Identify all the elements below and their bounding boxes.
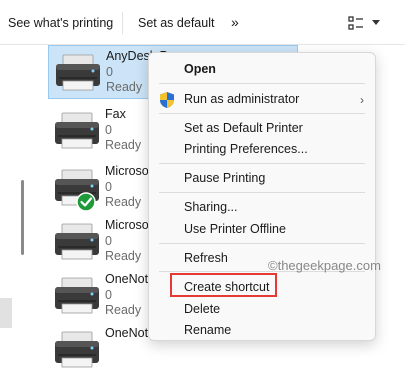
printer-name: OneNot (105, 272, 149, 286)
menu-item-refresh[interactable]: Refresh (184, 251, 228, 265)
printer-queue-count: 0 (105, 287, 112, 302)
printer-queue-count: 0 (105, 179, 112, 194)
chevron-right-icon: › (360, 93, 364, 107)
printer-name: Microso (105, 218, 149, 232)
view-options-icon[interactable] (348, 15, 364, 31)
printer-info: Microso 0 Ready (105, 218, 149, 265)
printer-status: Ready (105, 249, 142, 263)
printer-info: Fax 0 Ready (105, 107, 141, 154)
printer-name: OneNot (105, 326, 149, 340)
set-as-default-button[interactable]: Set as default (138, 16, 214, 30)
menu-separator (159, 163, 365, 164)
printer-info: OneNot 0 Ready (105, 272, 148, 319)
menu-item-use-printer-offline[interactable]: Use Printer Offline (184, 222, 286, 236)
menu-item-run-as-administrator[interactable]: Run as administrator (184, 92, 299, 106)
default-printer-check-icon (76, 192, 96, 212)
printer-queue-count: 0 (105, 122, 112, 137)
printer-icon (55, 169, 99, 212)
printer-name: Microso (105, 164, 149, 178)
toolbar-divider (122, 12, 123, 34)
menu-item-set-default-printer[interactable]: Set as Default Printer (184, 121, 303, 135)
printer-icon (55, 331, 99, 368)
menu-item-pause-printing[interactable]: Pause Printing (184, 171, 265, 185)
printer-queue-count: 0 (105, 233, 112, 248)
chevron-down-icon[interactable] (372, 20, 380, 25)
uac-shield-icon (160, 92, 174, 108)
printer-icon (56, 54, 100, 91)
fax-printer-icon (55, 112, 99, 149)
menu-separator (159, 83, 365, 84)
printer-status: Ready (105, 303, 142, 317)
printer-info: OneNot (105, 326, 148, 342)
navigation-scrollbar[interactable] (21, 180, 24, 255)
menu-item-sharing[interactable]: Sharing... (184, 200, 238, 214)
menu-item-rename[interactable]: Rename (184, 323, 231, 337)
navigation-pane (0, 45, 32, 341)
menu-item-open[interactable]: Open (184, 62, 216, 76)
menu-item-printing-preferences[interactable]: Printing Preferences... (184, 142, 308, 156)
see-whats-printing-button[interactable]: See what's printing (8, 16, 113, 30)
printer-name: Fax (105, 107, 126, 121)
annotation-highlight-box (170, 273, 277, 297)
watermark: ©thegeekpage.com (268, 258, 381, 273)
printer-icon (55, 277, 99, 314)
menu-separator (159, 192, 365, 193)
command-bar: See what's printing Set as default » (0, 0, 405, 45)
navigation-item-selected[interactable] (0, 298, 12, 328)
context-menu: Open Run as administrator › Set as Defau… (148, 52, 376, 341)
printer-icon (55, 223, 99, 260)
printer-status: Ready (105, 138, 142, 152)
menu-separator (159, 243, 365, 244)
more-commands-button[interactable]: » (231, 14, 239, 30)
printer-status: Ready (105, 195, 142, 209)
printer-info: Microso 0 Ready (105, 164, 149, 211)
menu-item-delete[interactable]: Delete (184, 302, 220, 316)
menu-separator (159, 113, 365, 114)
